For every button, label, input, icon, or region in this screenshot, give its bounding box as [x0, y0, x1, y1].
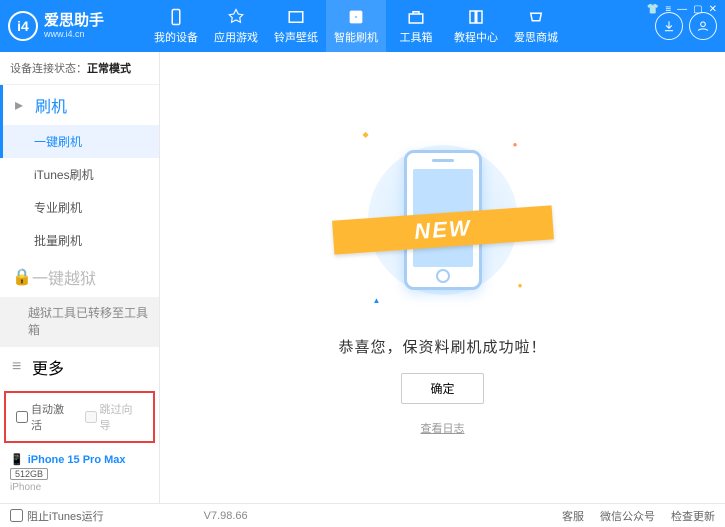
app-logo: i4 爱思助手 www.i4.cn: [8, 11, 146, 41]
skin-icon[interactable]: 👕: [647, 4, 659, 15]
toolbox-icon: [406, 7, 426, 27]
nav-apps-games[interactable]: 应用游戏: [206, 0, 266, 52]
menu-batch-flash[interactable]: 批量刷机: [0, 224, 159, 257]
success-message: 恭喜您，保资料刷机成功啦！: [338, 336, 546, 357]
device-name[interactable]: 📱 iPhone 15 Pro Max: [10, 453, 149, 466]
nav-my-device[interactable]: 我的设备: [146, 0, 206, 52]
app-url: www.i4.cn: [44, 29, 104, 39]
flash-section-icon: ▸: [15, 95, 29, 115]
nav-tutorials[interactable]: 教程中心: [446, 0, 506, 52]
options-row: 自动激活 跳过向导: [4, 391, 155, 443]
nav-store[interactable]: 爱思商城: [506, 0, 566, 52]
nav-smart-flash[interactable]: 智能刷机: [326, 0, 386, 52]
more-icon: ≡: [12, 358, 26, 376]
device-type: iPhone: [10, 482, 149, 493]
main-content: ◆●▲● NEW 恭喜您，保资料刷机成功啦！ 确定 查看日志: [160, 52, 725, 503]
logo-icon: i4: [8, 11, 38, 41]
apps-icon: [226, 7, 246, 27]
download-button[interactable]: [655, 12, 683, 40]
phone-icon: [166, 7, 186, 27]
success-illustration: ◆●▲● NEW: [353, 120, 533, 320]
titlebar: i4 爱思助手 www.i4.cn 我的设备 应用游戏 铃声壁纸 智能刷机 工具…: [0, 0, 725, 52]
device-info: 📱 iPhone 15 Pro Max 512GB iPhone: [0, 447, 159, 503]
cart-icon: [526, 7, 546, 27]
section-jailbreak: 🔒 一键越狱: [0, 257, 159, 297]
device-phone-icon: 📱: [10, 453, 24, 466]
ok-button[interactable]: 确定: [401, 373, 483, 404]
section-flash[interactable]: ▸ 刷机: [0, 85, 159, 125]
sidebar: 设备连接状态：正常模式 ▸ 刷机 一键刷机 iTunes刷机 专业刷机 批量刷机…: [0, 52, 160, 503]
menu-jailbreak-moved[interactable]: 越狱工具已转移至工具箱: [0, 297, 159, 347]
nav-toolbox[interactable]: 工具箱: [386, 0, 446, 52]
image-icon: [286, 7, 306, 27]
book-icon: [466, 7, 486, 27]
check-update-link[interactable]: 检查更新: [671, 508, 715, 524]
close-icon[interactable]: ✕: [709, 4, 717, 15]
menu-icon[interactable]: ≡: [665, 4, 671, 15]
menu-pro-flash[interactable]: 专业刷机: [0, 191, 159, 224]
device-storage: 512GB: [10, 468, 48, 480]
auto-activate-checkbox[interactable]: 自动激活: [16, 401, 75, 433]
app-name: 爱思助手: [44, 13, 104, 30]
maximize-icon[interactable]: ▢: [693, 4, 702, 15]
wechat-link[interactable]: 微信公众号: [600, 508, 655, 524]
support-link[interactable]: 客服: [562, 508, 584, 524]
lock-icon: 🔒: [12, 267, 26, 287]
statusbar: 阻止iTunes运行 V7.98.66 客服 微信公众号 检查更新: [0, 503, 725, 527]
minimize-icon[interactable]: —: [677, 4, 687, 15]
section-more[interactable]: ≡ 更多: [0, 347, 159, 387]
profile-button[interactable]: [689, 12, 717, 40]
block-itunes-checkbox[interactable]: 阻止iTunes运行: [10, 508, 104, 524]
menu-one-click-flash[interactable]: 一键刷机: [0, 125, 159, 158]
nav-ringtones[interactable]: 铃声壁纸: [266, 0, 326, 52]
new-ribbon: NEW: [332, 205, 554, 254]
view-log-link[interactable]: 查看日志: [421, 420, 465, 436]
connection-status: 设备连接状态：正常模式: [0, 52, 159, 85]
menu-itunes-flash[interactable]: iTunes刷机: [0, 158, 159, 191]
flash-icon: [346, 7, 366, 27]
skip-guide-checkbox[interactable]: 跳过向导: [85, 401, 144, 433]
version-label: V7.98.66: [204, 510, 248, 522]
